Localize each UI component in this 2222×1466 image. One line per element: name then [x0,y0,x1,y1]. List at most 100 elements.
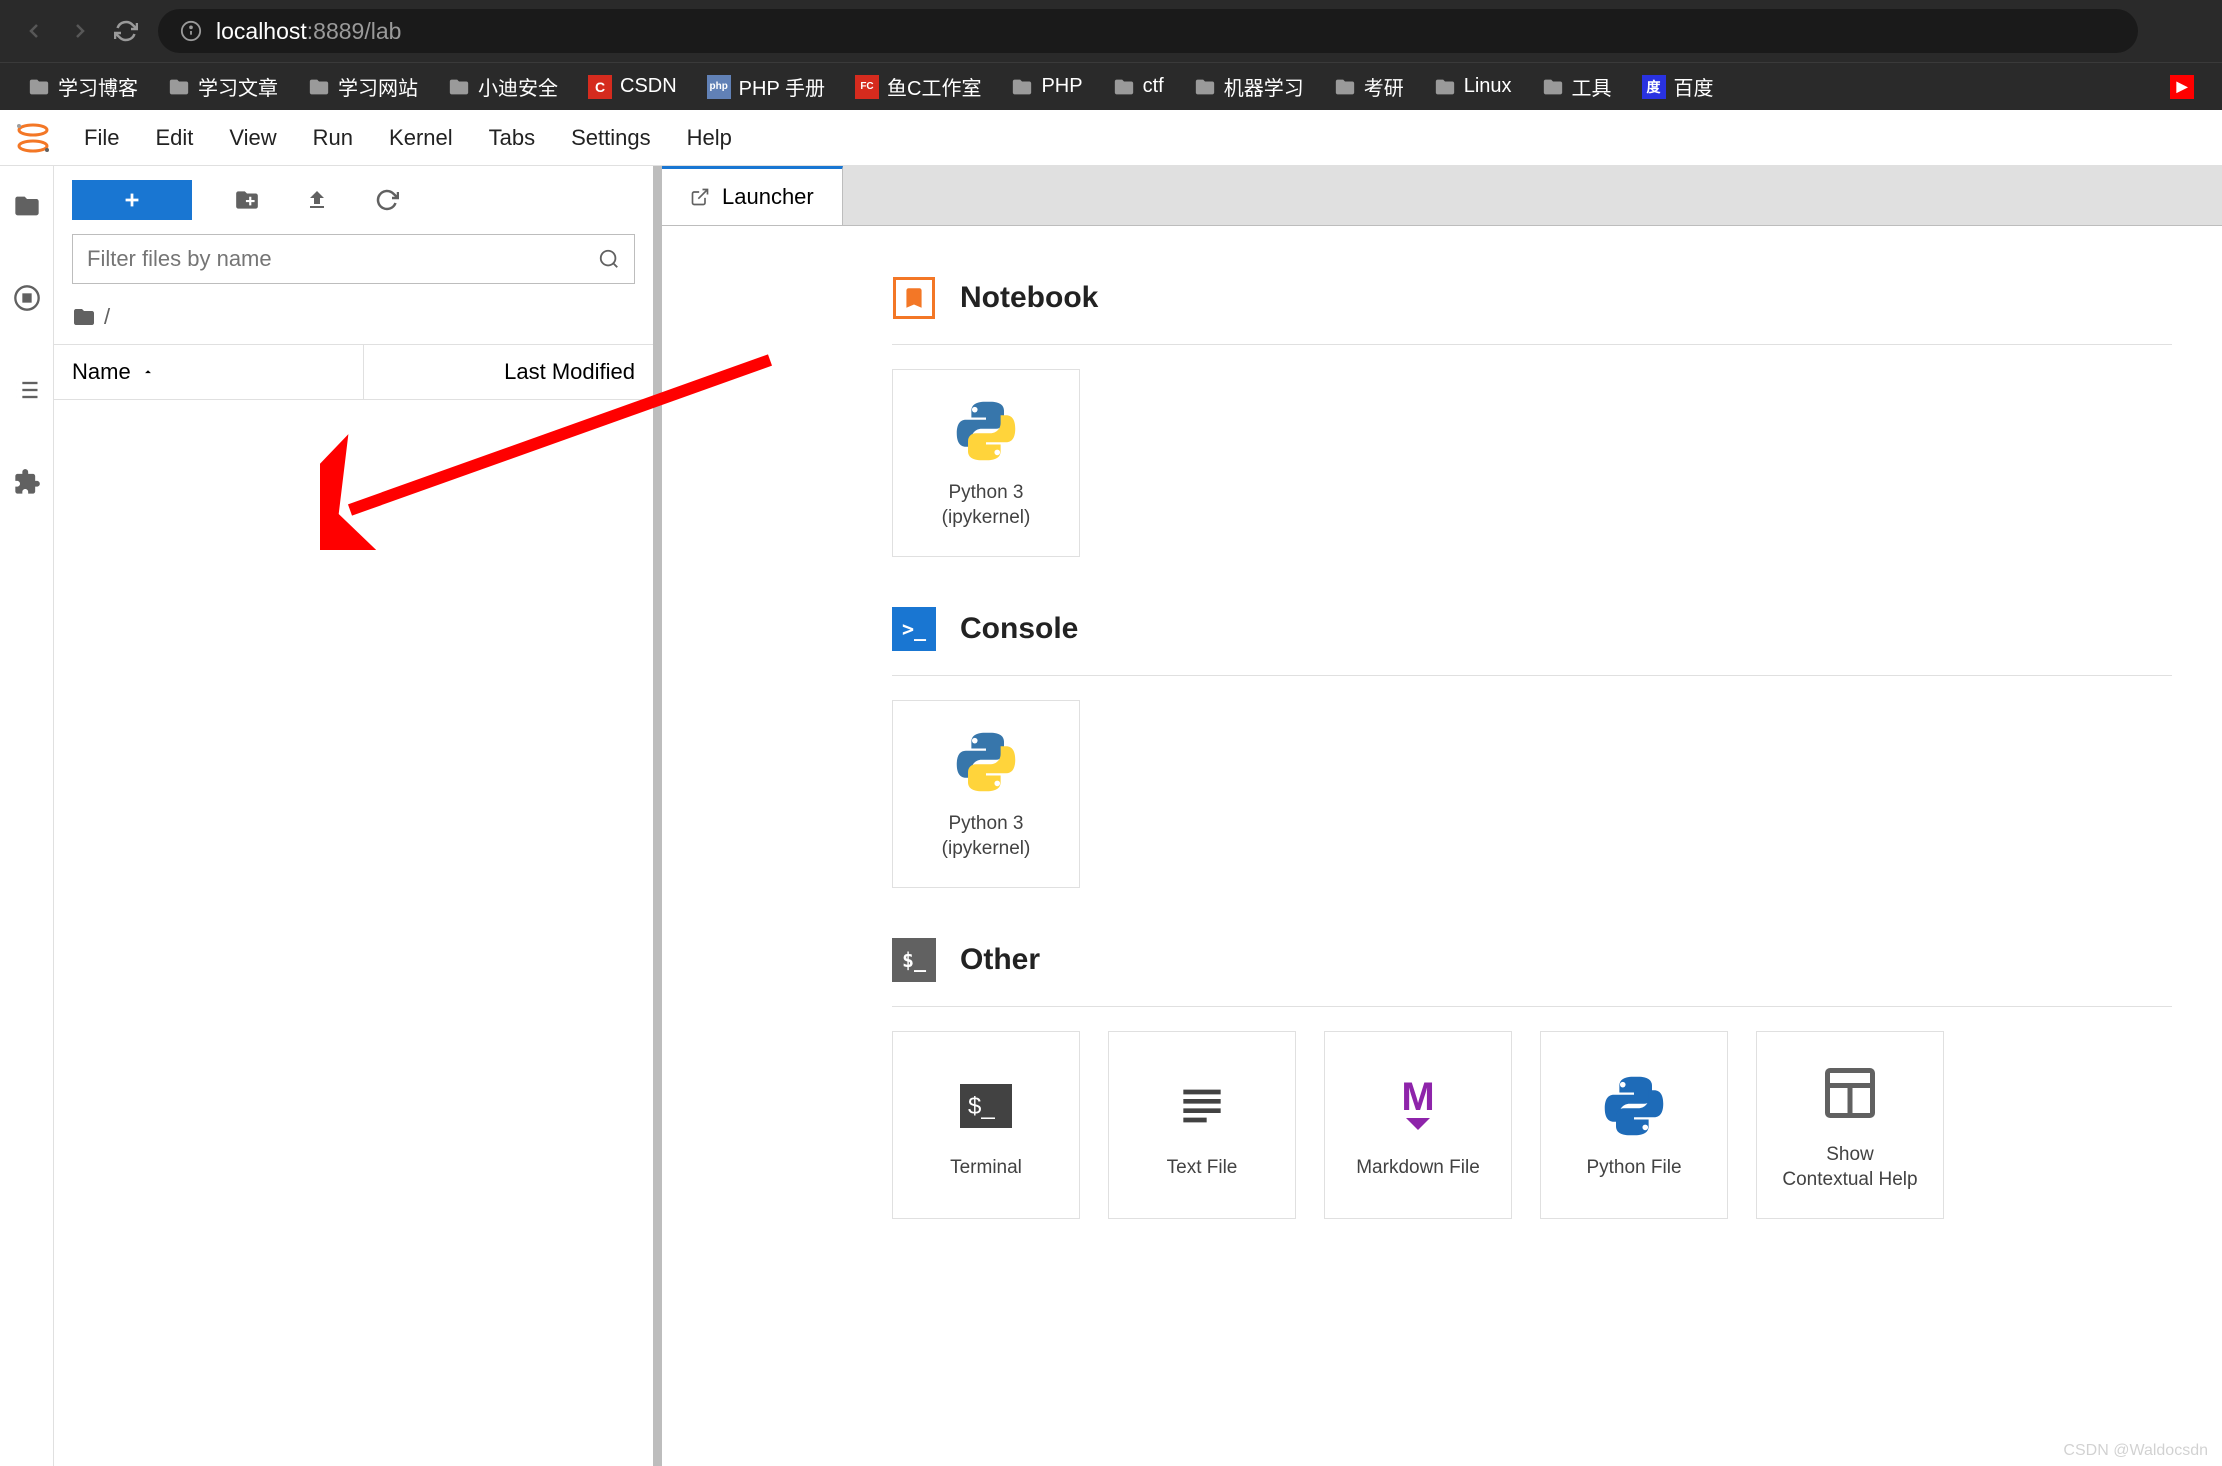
filebrowser-panel: / Name Last Modified [54,166,654,1466]
launcher-card[interactable]: Text File [1108,1031,1296,1219]
launcher-card[interactable]: Python File [1540,1031,1728,1219]
new-folder-button[interactable] [232,185,262,215]
menu-item-settings[interactable]: Settings [553,117,669,159]
bookmark-item[interactable]: ▶ [2162,71,2202,103]
site-info-icon[interactable] [180,20,202,42]
filter-box[interactable] [72,234,635,284]
svg-text:M: M [1401,1075,1434,1119]
new-launcher-button[interactable] [72,180,192,220]
favicon: 度 [1642,75,1666,99]
favicon: php [707,75,731,99]
panel-splitter[interactable] [654,166,662,1466]
launcher-card[interactable]: Python 3(ipykernel) [892,700,1080,888]
sort-asc-icon [141,365,155,379]
folder-icon [168,76,190,98]
bookmark-item[interactable]: 机器学习 [1186,68,1312,105]
bookmark-label: CSDN [620,75,677,98]
launcher-card[interactable]: ShowContextual Help [1756,1031,1944,1219]
card-label: Python 3(ipykernel) [942,481,1031,530]
menu-item-help[interactable]: Help [669,117,750,159]
bookmark-item[interactable]: 度百度 [1634,68,1722,105]
menu-item-view[interactable]: View [211,117,294,159]
card-label: Python 3(ipykernel) [942,812,1031,861]
bookmark-item[interactable]: 学习网站 [300,68,426,105]
menu-item-edit[interactable]: Edit [137,117,211,159]
menu-item-kernel[interactable]: Kernel [371,117,471,159]
launcher-card[interactable]: $_Terminal [892,1031,1080,1219]
main-area: / Name Last Modified Launcher No [0,166,2222,1466]
column-name[interactable]: Name [54,345,364,399]
bookmark-item[interactable]: phpPHP 手册 [699,68,833,105]
address-bar[interactable]: localhost:8889/lab [158,9,2138,53]
menu-item-tabs[interactable]: Tabs [471,117,553,159]
menu-item-file[interactable]: File [66,117,137,159]
bookmark-item[interactable]: 小迪安全 [440,68,566,105]
breadcrumb[interactable]: / [54,296,653,345]
watermark: CSDN @Waldocsdn [2063,1442,2208,1460]
card-label: Markdown File [1356,1156,1480,1181]
toc-tab-icon[interactable] [11,374,43,406]
bookmark-label: 学习文章 [198,72,278,101]
back-button[interactable] [20,17,48,45]
folder-icon [1194,76,1216,98]
section-icon [892,276,936,320]
launcher-section: $_ Other $_TerminalText File M Markdown File… [892,938,2172,1219]
launcher-card[interactable]: M Markdown File [1324,1031,1512,1219]
folder-icon [1434,76,1456,98]
extensions-tab-icon[interactable] [11,466,43,498]
folder-icon [1113,76,1135,98]
section-header: Notebook [892,276,2172,345]
bookmark-label: Linux [1464,75,1512,98]
activity-bar [0,166,54,1466]
launcher-section: >_ConsolePython 3(ipykernel) [892,607,2172,888]
running-tab-icon[interactable] [11,282,43,314]
filter-input[interactable] [87,246,588,272]
bookmark-item[interactable]: 考研 [1326,68,1412,105]
launcher-section: Notebook Python 3(ipykernel) [892,276,2172,557]
bookmark-label: 机器学习 [1224,72,1304,101]
card-icon: M [1382,1070,1454,1142]
filebrowser-tab-icon[interactable] [11,190,43,222]
bookmark-item[interactable]: CCSDN [580,71,685,103]
browser-toolbar: localhost:8889/lab [0,0,2222,62]
card-icon [1814,1057,1886,1129]
menu-list: FileEditViewRunKernelTabsSettingsHelp [66,117,750,159]
cards-row: $_TerminalText File M Markdown File Python … [892,1031,2172,1219]
search-icon [598,248,620,270]
column-modified[interactable]: Last Modified [364,345,653,399]
jupyter-menubar: FileEditViewRunKernelTabsSettingsHelp [0,110,2222,166]
folder-icon [1542,76,1564,98]
file-list-header: Name Last Modified [54,345,653,400]
dock-panel: Launcher NotebookPython 3(ipykernel)>_Co… [662,166,2222,1466]
card-icon: $_ [950,1070,1022,1142]
bookmark-item[interactable]: 工具 [1534,68,1620,105]
filebrowser-toolbar [54,180,653,234]
menu-item-run[interactable]: Run [295,117,371,159]
bookmark-label: 考研 [1364,72,1404,101]
launcher-body: NotebookPython 3(ipykernel)>_ConsolePyth… [662,226,2222,1466]
bookmark-label: 鱼C工作室 [887,72,981,101]
cards-row: Python 3(ipykernel) [892,700,2172,888]
reload-button[interactable] [112,17,140,45]
card-icon [950,395,1022,467]
bookmark-item[interactable]: 学习博客 [20,68,146,105]
section-title: Other [960,943,1040,977]
forward-button[interactable] [66,17,94,45]
tab-launcher[interactable]: Launcher [662,166,843,225]
breadcrumb-root[interactable]: / [104,304,110,330]
jupyter-logo[interactable] [8,113,58,163]
folder-icon [72,305,96,329]
bookmark-item[interactable]: Linux [1426,71,1520,102]
bookmark-item[interactable]: ctf [1105,71,1172,102]
bookmark-item[interactable]: FC鱼C工作室 [847,68,989,105]
card-label: Python File [1586,1156,1681,1181]
bookmark-item[interactable]: 学习文章 [160,68,286,105]
launcher-card[interactable]: Python 3(ipykernel) [892,369,1080,557]
bookmark-item[interactable]: PHP [1003,71,1090,102]
card-label: ShowContextual Help [1782,1143,1917,1192]
folder-icon [1334,76,1356,98]
folder-icon [308,76,330,98]
section-icon: $_ [892,938,936,982]
upload-button[interactable] [302,185,332,215]
refresh-button[interactable] [372,185,402,215]
